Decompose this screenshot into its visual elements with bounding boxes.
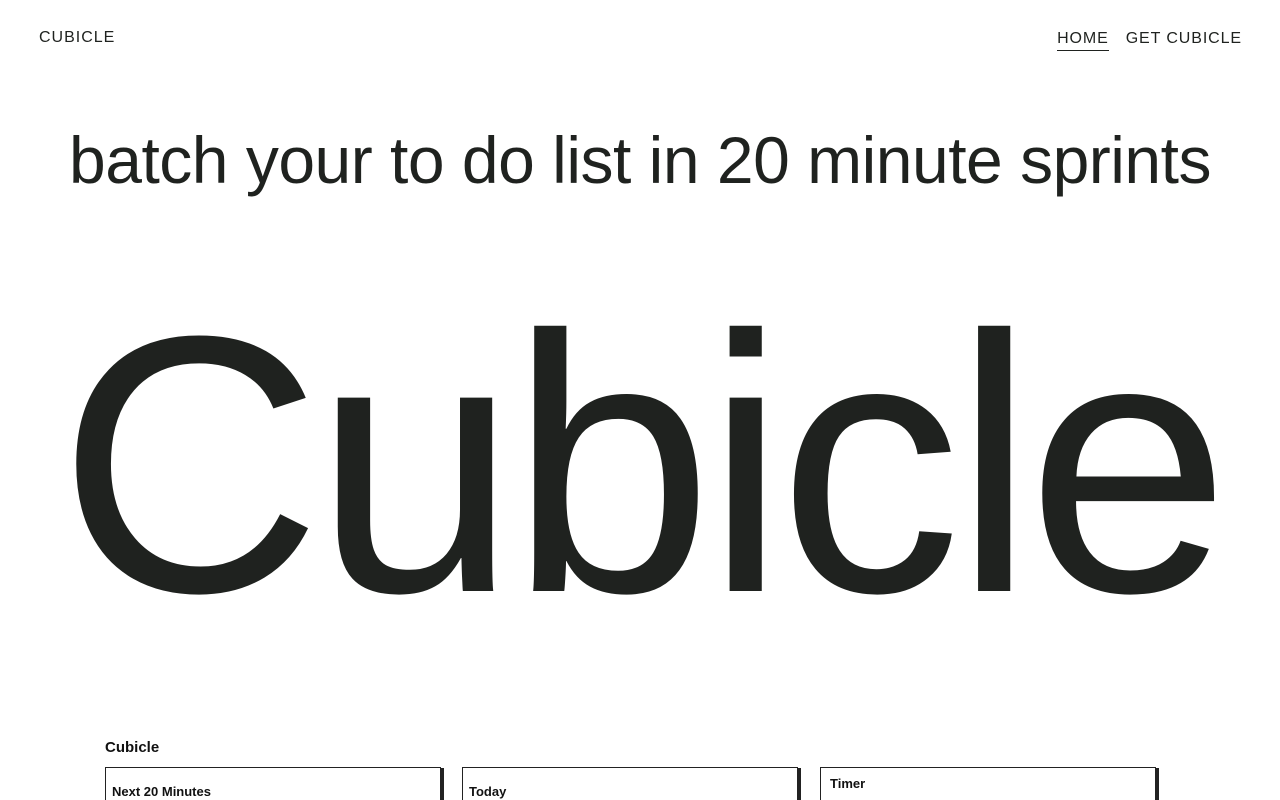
hero-wordmark: Cubicle <box>57 260 1231 669</box>
site-logo-link[interactable]: CUBICLE <box>39 29 115 47</box>
site-header: CUBICLE HOME GET CUBICLE <box>0 0 1280 80</box>
hero-tagline: batch your to do list in 20 minute sprin… <box>69 123 1211 197</box>
preview-app-title: Cubicle <box>105 739 160 756</box>
timer-panel: Timer <box>820 767 1156 800</box>
today-panel: Today <box>462 767 798 800</box>
page: CUBICLE HOME GET CUBICLE batch your to d… <box>0 0 1280 800</box>
next-20-minutes-label: Next 20 Minutes <box>112 784 211 799</box>
nav-get-cubicle-link[interactable]: GET CUBICLE <box>1126 30 1242 51</box>
main-nav: HOME GET CUBICLE <box>1057 30 1242 51</box>
timer-label: Timer <box>830 776 866 791</box>
app-preview: Cubicle Next 20 Minutes Today Timer <box>105 736 1165 800</box>
today-label: Today <box>469 784 507 799</box>
next-20-minutes-panel: Next 20 Minutes <box>105 767 441 800</box>
nav-home-link[interactable]: HOME <box>1057 30 1109 51</box>
